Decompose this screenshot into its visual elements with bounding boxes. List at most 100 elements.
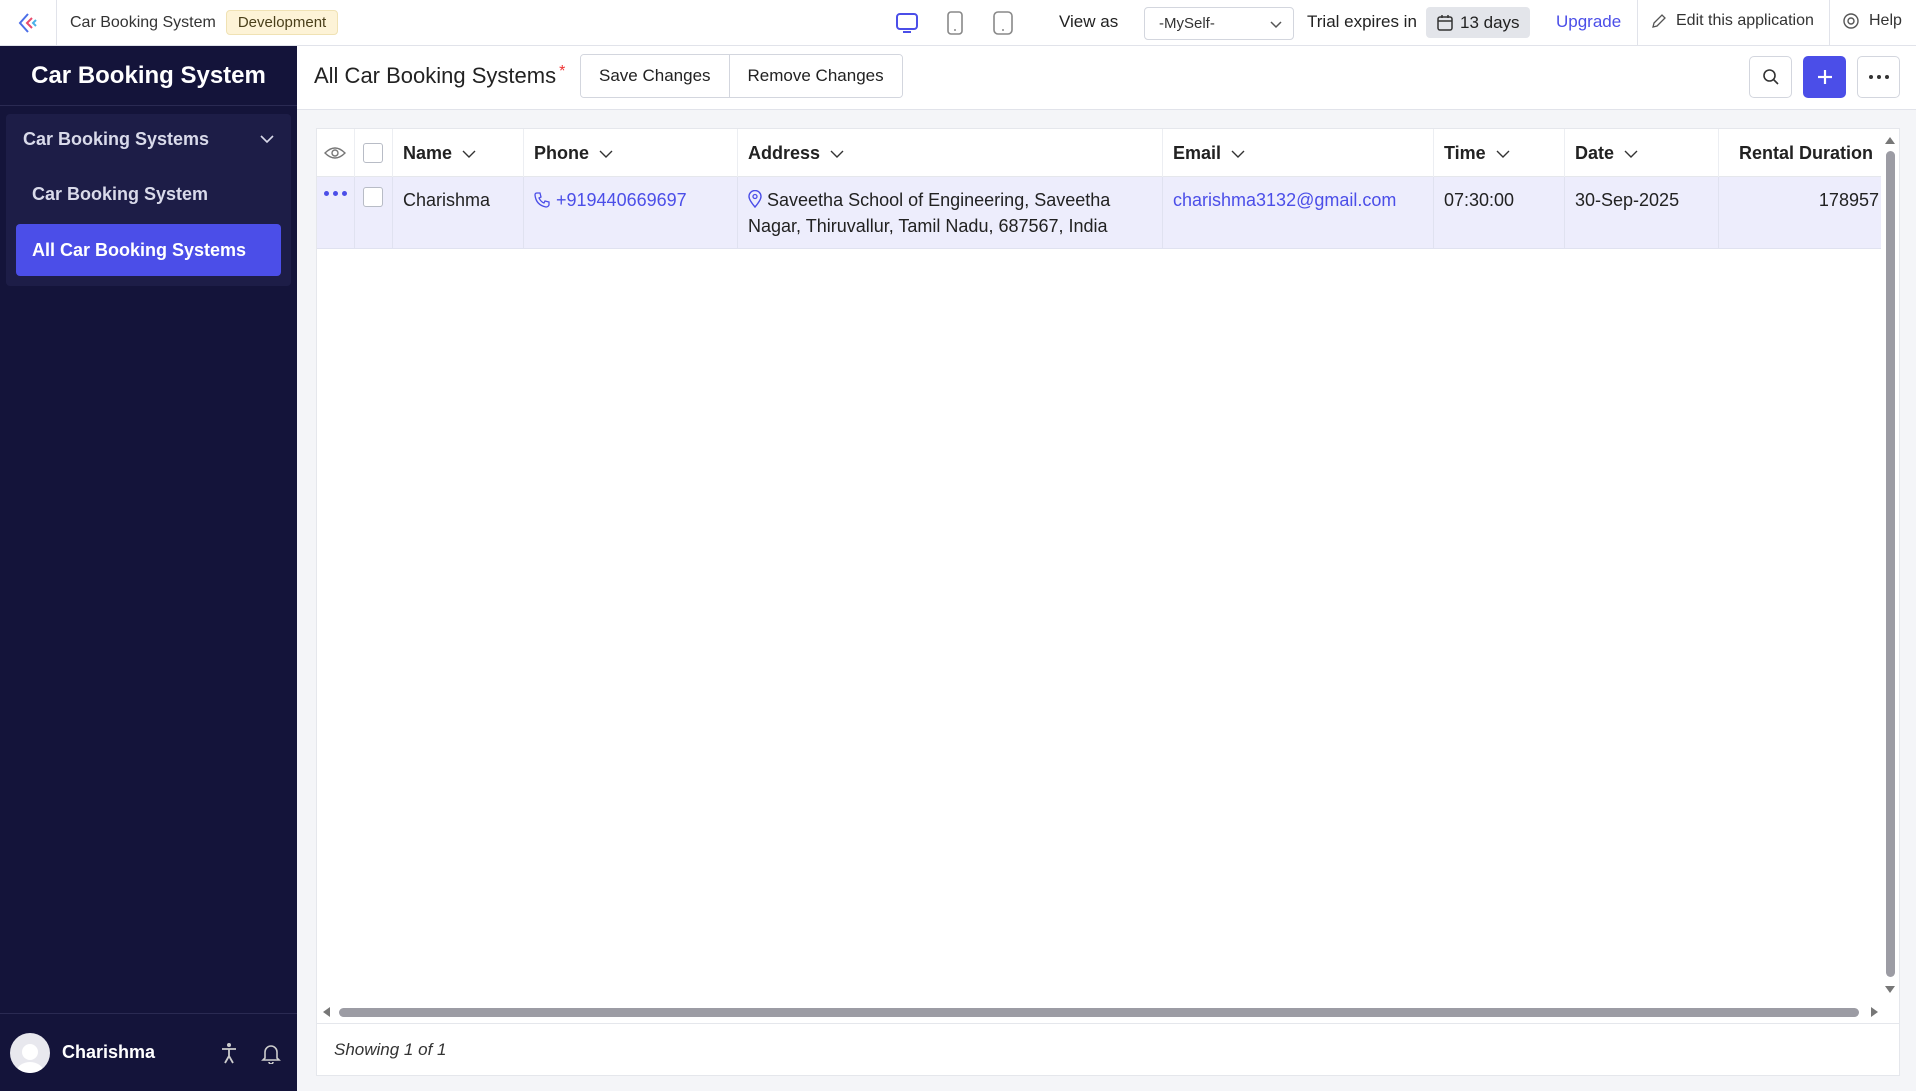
calendar-icon [1437, 14, 1453, 31]
sidebar: Car Booking System Car Booking Systems C… [0, 46, 297, 1091]
cell-address: Saveetha School of Engineering, Saveetha… [738, 177, 1163, 249]
column-header-label: Name [403, 142, 453, 163]
sidebar-item-label: Car Booking System [32, 183, 209, 204]
cell-time: 07:30:00 [1434, 177, 1565, 249]
more-options-button[interactable] [1857, 56, 1900, 98]
search-icon [1762, 69, 1779, 85]
chevron-down-icon [462, 150, 476, 158]
cell-rental-duration: 178957 [1818, 190, 1879, 210]
table-footer: Showing 1 of 1 [317, 1023, 1899, 1075]
cell-phone: +919440669697 [524, 177, 738, 249]
trial-days: 13 days [1460, 12, 1520, 32]
phone-value: +919440669697 [556, 190, 687, 210]
record-count: Showing 1 of 1 [334, 1039, 447, 1059]
sidebar-footer: Charishma [0, 1013, 297, 1091]
chevron-down-icon [1270, 21, 1282, 29]
column-header-time[interactable]: Time [1434, 129, 1565, 177]
pencil-icon [1652, 14, 1666, 28]
column-visibility-toggle[interactable] [317, 129, 355, 177]
device-preview-toggle [894, 9, 1016, 37]
column-header-address[interactable]: Address [738, 129, 1163, 177]
unsaved-indicator: * [559, 63, 566, 80]
column-header-date[interactable]: Date [1565, 129, 1719, 177]
address-value: Saveetha School of Engineering, Saveetha… [748, 190, 1111, 236]
location-pin-icon [748, 189, 762, 209]
sidebar-item-car-booking-system[interactable]: Car Booking System [16, 168, 281, 220]
user-name: Charishma [62, 1042, 156, 1062]
horizontal-scroll-thumb[interactable] [339, 1008, 1859, 1017]
cell-date: 30-Sep-2025 [1565, 177, 1719, 249]
add-record-button[interactable] [1803, 56, 1846, 98]
page-title-text: All Car Booking Systems [314, 63, 557, 88]
cell-name: Charishma [393, 177, 524, 249]
vertical-scrollbar[interactable] [1883, 135, 1895, 995]
scroll-left-arrow-icon[interactable] [321, 1006, 331, 1018]
view-as-select[interactable]: -MySelf- [1144, 7, 1294, 40]
chevron-down-icon [1231, 150, 1245, 158]
upgrade-link[interactable]: Upgrade [1556, 12, 1621, 32]
table-header: Name Phone Address Email Time Date Renta… [317, 129, 1881, 177]
edit-application-label: Edit this application [1676, 12, 1814, 29]
edit-application-button[interactable]: Edit this application [1651, 12, 1814, 30]
column-header-label: Time [1444, 142, 1486, 163]
sidebar-item-all-car-booking-systems[interactable]: All Car Booking Systems [16, 224, 281, 276]
chevron-down-icon [830, 150, 844, 158]
user-icon [16, 1043, 44, 1073]
phone-link[interactable]: +919440669697 [534, 187, 687, 213]
divider [1637, 0, 1638, 46]
app-name: Car Booking System [70, 13, 216, 31]
column-header-label: Address [748, 142, 821, 163]
mobile-preview-icon[interactable] [990, 9, 1016, 37]
footer-actions [219, 1042, 281, 1064]
help-button[interactable]: Help [1842, 12, 1902, 30]
row-checkbox[interactable] [363, 187, 383, 207]
more-horizontal-icon [324, 187, 354, 196]
table-row[interactable]: Charishma +919440669697 Saveetha School … [317, 177, 1881, 249]
records-table-panel: Name Phone Address Email Time Date Renta… [316, 128, 1900, 1076]
search-button[interactable] [1749, 56, 1792, 98]
scroll-up-arrow-icon[interactable] [1884, 135, 1896, 145]
environment-badge[interactable]: Development [225, 10, 339, 35]
column-header-label: Date [1575, 142, 1615, 163]
avatar[interactable] [10, 1032, 50, 1073]
sidebar-group: Car Booking Systems Car Booking System A… [6, 114, 291, 286]
page-title: All Car Booking Systems * [314, 63, 565, 89]
eye-icon [324, 147, 346, 159]
sidebar-item-label: All Car Booking Systems [32, 239, 247, 260]
column-header-label: Email [1173, 142, 1222, 163]
trial-days-badge: 13 days [1426, 7, 1530, 38]
accessibility-icon[interactable] [219, 1042, 239, 1064]
sidebar-title: Car Booking System [0, 46, 297, 106]
changes-button-group: Save Changes Remove Changes [580, 54, 903, 98]
column-header-label: Rental Duration [1739, 142, 1874, 163]
remove-changes-button[interactable]: Remove Changes [728, 55, 902, 97]
email-link[interactable]: charishma3132@gmail.com [1173, 190, 1396, 210]
column-header-name[interactable]: Name [393, 129, 524, 177]
report-header: All Car Booking Systems * Save Changes Re… [297, 46, 1916, 110]
column-header-email[interactable]: Email [1163, 129, 1434, 177]
cell-email: charishma3132@gmail.com [1163, 177, 1434, 249]
column-header-phone[interactable]: Phone [524, 129, 738, 177]
top-bar: Car Booking System Development View as -… [0, 0, 1916, 46]
column-header-rental-duration[interactable]: Rental Duration [1719, 129, 1881, 177]
select-all-checkbox[interactable] [363, 143, 383, 163]
save-changes-button[interactable]: Save Changes [581, 55, 729, 97]
vertical-scroll-thumb[interactable] [1886, 151, 1895, 977]
app-logo-icon[interactable] [0, 0, 57, 46]
column-header-label: Phone [534, 142, 590, 163]
divider [1829, 0, 1830, 46]
scroll-down-arrow-icon[interactable] [1884, 985, 1896, 995]
desktop-preview-icon[interactable] [894, 9, 920, 37]
scroll-right-arrow-icon[interactable] [1870, 1006, 1880, 1018]
phone-icon [534, 192, 550, 208]
more-horizontal-icon [1868, 75, 1889, 79]
sidebar-group-label: Car Booking Systems [23, 128, 210, 149]
sidebar-group-toggle[interactable]: Car Booking Systems [6, 114, 291, 164]
tablet-preview-icon[interactable] [942, 9, 968, 37]
chevron-down-icon [599, 150, 613, 158]
chevron-down-icon [260, 135, 274, 144]
row-actions-button[interactable] [317, 177, 355, 249]
trial-label: Trial expires in [1307, 12, 1417, 31]
bell-icon[interactable] [261, 1042, 281, 1064]
horizontal-scrollbar[interactable] [321, 1005, 1881, 1019]
